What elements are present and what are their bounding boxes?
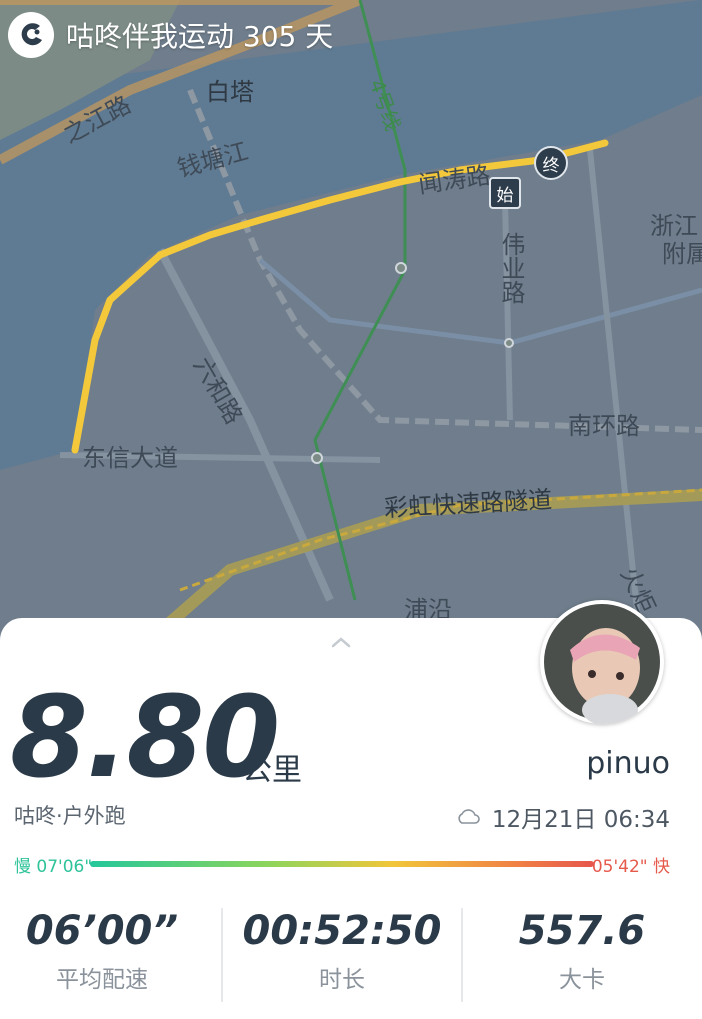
- expand-chevron-icon[interactable]: [331, 636, 351, 648]
- gudong-logo-icon: [8, 12, 54, 58]
- pace-gradient-bar: [90, 861, 594, 867]
- route-end-marker[interactable]: 终: [534, 146, 568, 180]
- stat-duration-value: 00:52:50: [242, 908, 442, 954]
- activity-type: 咕咚·户外跑: [14, 804, 126, 828]
- pace-fast-label: 05'42" 快: [591, 857, 670, 877]
- stat-calories-value: 557.6: [518, 908, 646, 954]
- map-label-weiye: 伟业路: [497, 232, 525, 304]
- map-label-dongxin: 东信大道: [82, 444, 178, 472]
- datetime-text: 12月21日 06:34: [491, 807, 670, 833]
- app-header: 咕咚伴我运动 305 天: [8, 12, 333, 58]
- username: pinuo: [586, 746, 670, 781]
- stat-calories: 557.6 大卡: [472, 908, 692, 994]
- stat-duration: 00:52:50 时长: [232, 908, 452, 994]
- map-label-baita: 白塔: [206, 78, 254, 106]
- stat-avg-pace: 06’00” 平均配速: [0, 908, 212, 994]
- stat-duration-label: 时长: [319, 967, 365, 993]
- header-title: 咕咚伴我运动 305 天: [66, 20, 334, 53]
- distance-unit: 公里: [242, 753, 302, 788]
- stat-avg-pace-value: 06’00”: [25, 908, 179, 954]
- cloud-icon: [458, 809, 480, 824]
- map-label-nanhuan: 南环路: [568, 412, 640, 440]
- route-map[interactable]: 白塔 之江路 钱塘江 4号线 闻涛路 伟业路 浙江 附属 六和路 南环路 东信大…: [0, 0, 702, 640]
- pace-scale: 慢 07'06" 05'42" 快: [14, 852, 670, 877]
- stat-avg-pace-label: 平均配速: [56, 967, 148, 993]
- stat-divider: [221, 908, 223, 1002]
- distance-value: 8.80: [10, 673, 280, 803]
- route-start-marker[interactable]: 始: [489, 177, 521, 209]
- map-label-fujian: 附属: [662, 240, 702, 268]
- activity-datetime: 12月21日 06:34: [456, 800, 670, 834]
- pace-slow-label: 慢 07'06": [14, 857, 93, 877]
- avatar[interactable]: [540, 600, 664, 724]
- stat-calories-label: 大卡: [559, 967, 605, 993]
- stat-divider: [461, 908, 463, 1002]
